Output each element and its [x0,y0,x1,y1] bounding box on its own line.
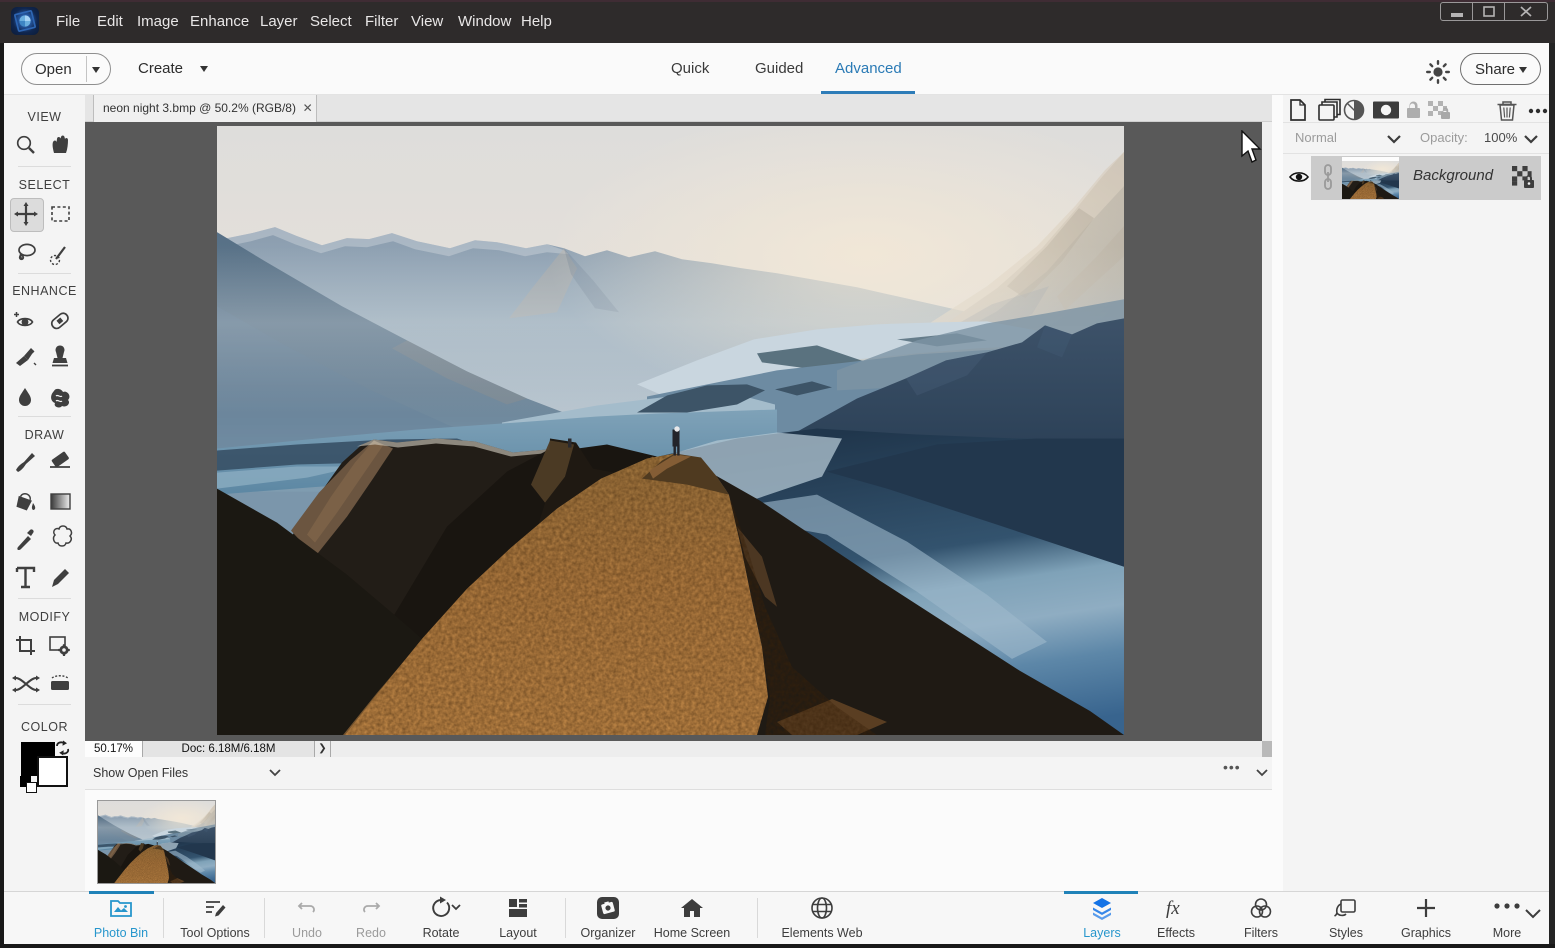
svg-text:fx: fx [1166,898,1180,919]
